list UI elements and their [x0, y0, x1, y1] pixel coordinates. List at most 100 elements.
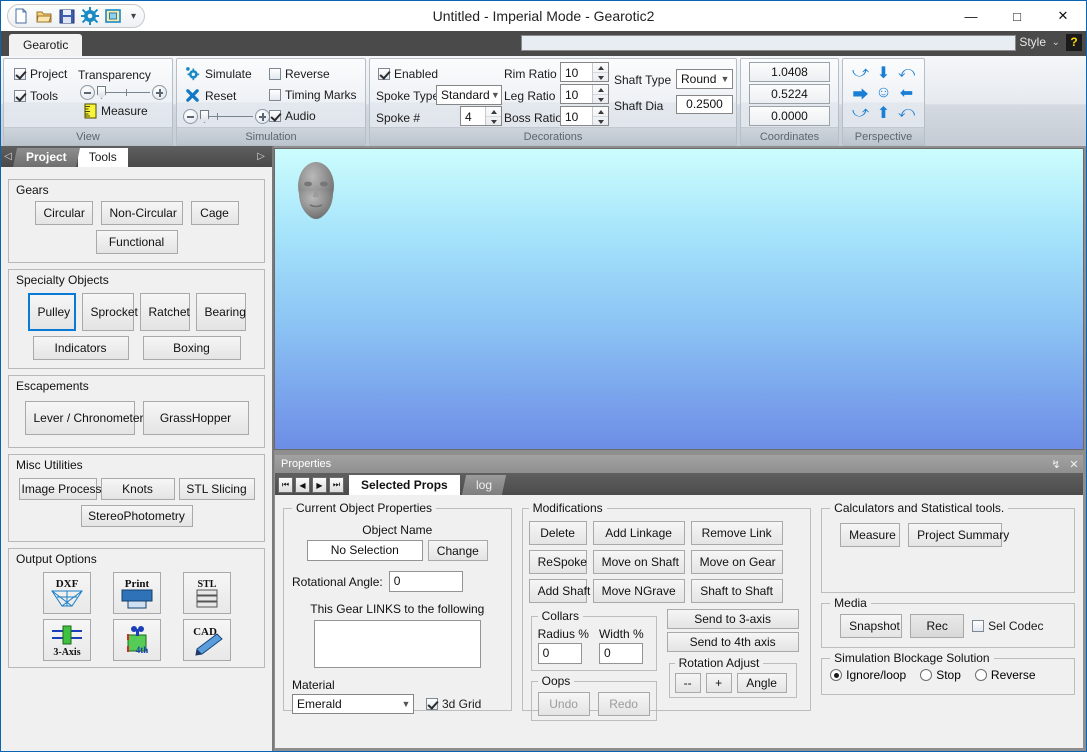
speed-decrease-icon[interactable] — [183, 109, 198, 124]
button-export-cad[interactable]: CAD — [182, 619, 231, 661]
home-face-icon[interactable]: ☺ — [874, 83, 894, 103]
button-move-on-shaft[interactable]: Move on Shaft — [592, 550, 685, 574]
button-stl-slicing[interactable]: STL Slicing — [178, 478, 255, 500]
qat-overflow-icon[interactable]: ▾ — [131, 11, 136, 22]
transparency-decrease-icon[interactable] — [80, 85, 95, 100]
arrow-down-icon[interactable]: ⬇ — [874, 63, 894, 83]
button-ratchet[interactable]: Ratchet — [139, 293, 190, 331]
spoke-count-stepper[interactable]: 4 — [460, 106, 502, 126]
button-stereophotometry[interactable]: StereoPhotometry — [80, 505, 193, 527]
rotate-ccw-icon[interactable]: ⤺ — [897, 63, 917, 83]
maximize-button[interactable]: □ — [994, 1, 1040, 31]
button-cage[interactable]: Cage — [190, 201, 239, 225]
spin-down-icon[interactable] — [593, 73, 608, 82]
checkbox-3d-grid[interactable]: 3d Grid — [426, 697, 481, 711]
collar-width-input[interactable]: 0 — [598, 643, 643, 664]
spin-up-icon[interactable] — [593, 63, 608, 73]
button-sprocket[interactable]: Sprocket — [81, 293, 138, 331]
tab-log[interactable]: log — [461, 475, 506, 495]
tabs-scroll-right-icon[interactable]: ▷ — [254, 147, 268, 167]
button-rotation-decrease[interactable]: -- — [674, 673, 701, 693]
speed-thumb[interactable] — [200, 110, 209, 123]
tab-project[interactable]: Project — [12, 148, 80, 167]
button-add-linkage[interactable]: Add Linkage — [592, 521, 685, 545]
spin-up-icon[interactable] — [486, 107, 501, 117]
change-object-name-button[interactable]: Change — [427, 540, 488, 561]
button-rotation-increase[interactable]: + — [705, 673, 732, 693]
boss-ratio-stepper[interactable]: 10 — [560, 106, 609, 126]
tab-tools[interactable]: Tools — [77, 148, 128, 167]
button-rec[interactable]: Rec — [910, 614, 965, 638]
checkbox-project[interactable]: Project — [14, 67, 67, 81]
pin-icon[interactable]: ↯ — [1047, 458, 1065, 471]
button-knots[interactable]: Knots — [100, 478, 175, 500]
transparency-track[interactable] — [106, 89, 150, 96]
button-bearing[interactable]: Bearing — [195, 293, 246, 331]
spinner-arrows[interactable] — [485, 107, 501, 125]
button-indicators[interactable]: Indicators — [32, 336, 129, 360]
button-send-3-axis[interactable]: 3-Axis — [42, 619, 91, 661]
checkbox-sel-codec[interactable]: Sel Codec — [972, 619, 1044, 633]
collar-radius-input[interactable]: 0 — [537, 643, 582, 664]
transparency-increase-icon[interactable] — [152, 85, 167, 100]
speed-increase-icon[interactable] — [255, 109, 270, 124]
screen-capture-icon[interactable] — [104, 7, 122, 25]
close-button[interactable]: ✕ — [1040, 1, 1086, 31]
spin-down-icon[interactable] — [486, 117, 501, 126]
button-lever-chronometer[interactable]: Lever / Chronometer — [24, 401, 144, 435]
button-rotation-angle[interactable]: Angle — [736, 673, 787, 693]
radio-stop[interactable]: Stop — [920, 668, 961, 682]
save-icon[interactable] — [58, 7, 76, 25]
arrow-up-icon[interactable]: ⬆ — [874, 103, 894, 123]
spoke-type-select[interactable]: Standard ▼ — [436, 85, 502, 105]
new-document-icon[interactable] — [12, 7, 30, 25]
measure-button[interactable]: Measure — [84, 103, 148, 119]
button-delete[interactable]: Delete — [528, 521, 587, 545]
button-remove-link[interactable]: Remove Link — [690, 521, 783, 545]
spinner-arrows[interactable] — [592, 85, 608, 103]
simulate-button[interactable]: Simulate — [185, 66, 252, 81]
spin-up-icon[interactable] — [593, 107, 608, 117]
shaft-dia-input[interactable]: 0.2500 — [676, 95, 733, 114]
chevron-down-icon[interactable]: ⌄ — [1052, 37, 1060, 48]
radio-reverse[interactable]: Reverse — [974, 668, 1036, 682]
button-grasshopper[interactable]: GrassHopper — [142, 401, 249, 435]
rotational-angle-input[interactable]: 0 — [388, 571, 463, 592]
undo-arrow-icon[interactable]: ⤺ — [897, 103, 917, 123]
arrow-left-icon[interactable]: ⬅ — [897, 83, 917, 103]
spin-down-icon[interactable] — [593, 95, 608, 104]
checkbox-tools[interactable]: Tools — [14, 89, 58, 103]
spinner-arrows[interactable] — [592, 63, 608, 81]
checkbox-audio[interactable]: Audio — [269, 109, 316, 123]
chevron-down-icon[interactable]: ▼ — [399, 699, 413, 709]
button-project-summary[interactable]: Project Summary — [908, 523, 1009, 547]
button-send-to-3-axis[interactable]: Send to 3-axis — [666, 609, 799, 629]
nav-first-button[interactable]: ⏮ — [278, 477, 293, 493]
arrow-right-icon[interactable]: ⮕ — [851, 83, 871, 104]
button-respoke[interactable]: ReSpoke — [528, 550, 587, 574]
checkbox-enabled[interactable]: Enabled — [378, 67, 438, 81]
button-move-ngrave[interactable]: Move NGrave — [592, 579, 685, 603]
checkbox-timing-marks[interactable]: Timing Marks — [269, 88, 357, 102]
button-export-stl[interactable]: STL — [182, 572, 231, 614]
material-select[interactable]: Emerald ▼ — [292, 694, 414, 714]
button-shaft-to-shaft[interactable]: Shaft to Shaft — [690, 579, 783, 603]
nav-last-button[interactable]: ⏭ — [329, 477, 344, 493]
button-functional[interactable]: Functional — [95, 230, 178, 254]
arrow-upright-icon[interactable]: ⤻ — [851, 103, 871, 123]
button-redo[interactable]: Redo — [597, 692, 650, 716]
speed-track[interactable] — [209, 113, 253, 120]
3d-viewport[interactable] — [274, 148, 1084, 450]
settings-gear-icon[interactable] — [81, 7, 99, 25]
open-folder-icon[interactable] — [35, 7, 53, 25]
button-undo[interactable]: Undo — [537, 692, 590, 716]
nav-prev-button[interactable]: ◀ — [295, 477, 310, 493]
help-question-icon[interactable]: ? — [1066, 34, 1082, 51]
spin-up-icon[interactable] — [593, 85, 608, 95]
button-pulley[interactable]: Pulley — [27, 293, 76, 331]
chevron-down-icon[interactable]: ▼ — [490, 90, 501, 100]
nav-next-button[interactable]: ▶ — [312, 477, 327, 493]
transparency-slider[interactable] — [80, 85, 167, 100]
shaft-type-select[interactable]: Round ▼ — [676, 69, 733, 89]
spinner-arrows[interactable] — [592, 107, 608, 125]
